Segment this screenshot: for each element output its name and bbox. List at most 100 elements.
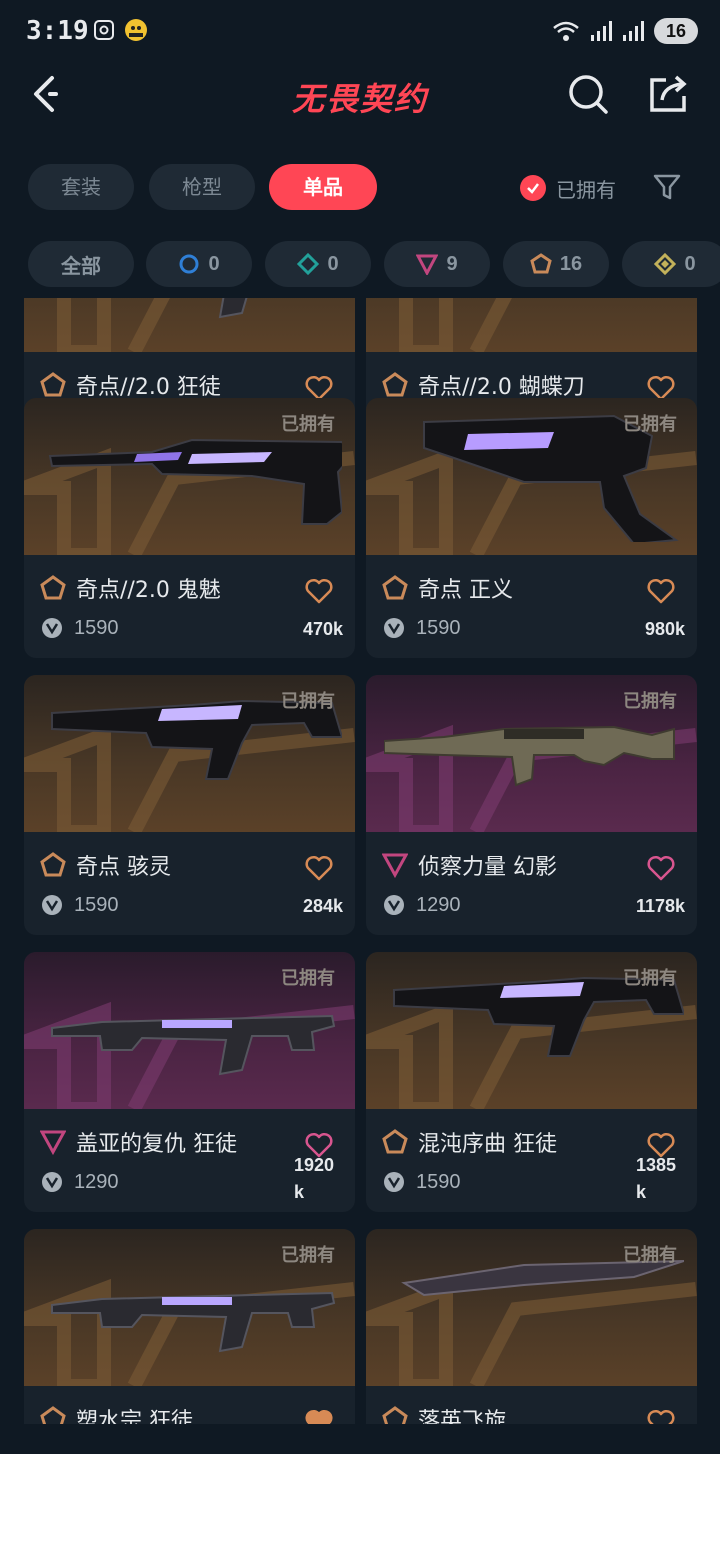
exclusive-tier-icon (382, 575, 408, 600)
skin-card[interactable]: 已拥有奇点 正义 1590 980k (366, 398, 697, 658)
valorant-points-icon (42, 895, 62, 915)
signal-icon (591, 21, 612, 41)
heart-icon[interactable] (305, 578, 333, 604)
price-row: 1290 (40, 1170, 119, 1194)
exclusive-tier-icon (382, 372, 408, 397)
skin-preview-image: 已拥有 (366, 1229, 697, 1386)
weapon-vandal-image (218, 298, 248, 319)
owned-label: 已拥有 (281, 414, 335, 435)
rarity-chip-count: 0 (208, 252, 220, 275)
search-icon[interactable] (566, 72, 610, 116)
skin-name: 落英飞旋 (418, 1409, 507, 1424)
skin-card[interactable]: 已拥有 奇点//2.0 鬼魅 1590 470k (24, 398, 355, 658)
screenshot-icon (94, 20, 114, 40)
price-value: 1590 (416, 616, 461, 639)
rarity-chip-count: 9 (446, 252, 458, 275)
skin-card[interactable]: 已拥有盖亚的复仇 狂徒 1290 1920 k (24, 952, 355, 1212)
like-count: 1920 k (294, 1155, 335, 1202)
filter-funnel-icon[interactable] (652, 172, 682, 202)
owned-label: 已拥有 (623, 414, 677, 435)
exclusive-tier-icon (40, 852, 66, 877)
premium-tier-icon (382, 853, 408, 878)
owned-label: 已拥有 (623, 1245, 677, 1266)
price-value: 1590 (416, 1170, 461, 1193)
skin-title-row: 侦察力量 幻影 (382, 849, 557, 881)
tab-bundles[interactable]: 套装 (28, 164, 134, 210)
skin-preview-image: 已拥有 (24, 398, 355, 555)
app-logo-title: 无畏契约 (291, 81, 428, 117)
rarity-chip-select[interactable]: 0 (146, 241, 252, 287)
skin-name: 侦察力量 幻影 (418, 855, 557, 880)
rarity-chip-all[interactable]: 全部 (28, 241, 134, 287)
valorant-points-icon (42, 618, 62, 638)
checkbox-checked-icon[interactable] (520, 175, 546, 201)
exclusive-tier-icon (382, 1129, 408, 1154)
status-bar: 3:19 16 (0, 0, 720, 64)
heart-icon[interactable] (647, 578, 675, 604)
wifi-icon (553, 21, 579, 41)
skin-preview-image: 已拥有 (366, 675, 697, 832)
owned-label: 已拥有 (281, 968, 335, 989)
skin-card[interactable]: 已拥有 混沌序曲 狂徒 1590 1385 k (366, 952, 697, 1212)
rarity-chip-count: 0 (327, 252, 339, 275)
like-count: 980k (644, 619, 685, 639)
tab-weapon-types[interactable]: 枪型 (149, 164, 255, 210)
notification-icons (92, 18, 148, 42)
exclusive-tier-icon (530, 253, 552, 274)
battery-indicator: 16 (654, 18, 698, 44)
rarity-chip-count: 16 (559, 252, 583, 275)
skin-title-row: 落英飞旋 (382, 1403, 506, 1424)
skin-preview-image: 已拥有 (366, 952, 697, 1109)
skin-name: 混沌序曲 狂徒 (418, 1132, 557, 1157)
like-count: 284k (302, 896, 343, 916)
valorant-points-icon (384, 895, 404, 915)
clock: 3:19 (26, 16, 89, 46)
header-bar: 无畏契约 (0, 64, 720, 126)
skin-preview-image: 已拥有 (24, 952, 355, 1109)
ultra-tier-icon (654, 253, 677, 275)
heart-icon[interactable] (647, 855, 675, 881)
skin-title-row: 奇点 正义 (382, 572, 513, 604)
skin-card[interactable]: 已拥有 奇点 骇灵 1590 284k (24, 675, 355, 935)
rarity-chip-premium[interactable]: 9 (384, 241, 490, 287)
select-tier-icon (179, 254, 199, 274)
skin-title-row: 混沌序曲 狂徒 (382, 1126, 557, 1158)
valorant-points-icon (384, 1172, 404, 1192)
owned-filter-label: 已拥有 (556, 177, 616, 202)
heart-icon[interactable] (647, 1409, 675, 1424)
deluxe-tier-icon (297, 253, 320, 275)
skin-card[interactable]: 已拥有落英飞旋 (366, 1229, 697, 1424)
like-count: 1178k (635, 896, 685, 916)
skin-name: 盖亚的复仇 狂徒 (76, 1132, 237, 1157)
heart-icon[interactable] (305, 1409, 333, 1424)
rarity-chip-exclusive[interactable]: 16 (503, 241, 609, 287)
valorant-points-icon (384, 618, 404, 638)
price-value: 1590 (74, 616, 119, 639)
skin-title-row: 奇点//2.0 鬼魅 (40, 572, 221, 604)
skin-name: 奇点 正义 (418, 578, 513, 603)
weapon-knife-image (384, 298, 684, 339)
heart-icon[interactable] (305, 855, 333, 881)
rarity-chip-ultra[interactable]: 0 (622, 241, 720, 287)
signal-icon-2 (623, 21, 644, 41)
price-row: 1290 (382, 893, 461, 917)
skin-grid: 奇点//2.0 狂徒1590496k奇点//2.0 蝴蝶刀3180958k已拥有… (0, 298, 720, 1424)
owned-label: 已拥有 (281, 691, 335, 712)
rarity-chip-deluxe[interactable]: 0 (265, 241, 371, 287)
skin-name: 塑水宗 狂徒 (76, 1409, 193, 1424)
price-value: 1290 (416, 893, 461, 916)
skin-preview-image: 已拥有 (24, 1229, 355, 1386)
skin-card[interactable]: 已拥有侦察力量 幻影 1290 1178k (366, 675, 697, 935)
owned-filter-toggle[interactable]: 已拥有 (520, 172, 616, 204)
price-row: 1590 (40, 893, 119, 917)
skin-card[interactable]: 已拥有塑水宗 狂徒 (24, 1229, 355, 1424)
rarity-filter-row: 全部 0 0 9 16 0 (0, 241, 720, 289)
exclusive-tier-icon (40, 1406, 66, 1424)
share-icon[interactable] (646, 72, 690, 116)
skin-title-row: 盖亚的复仇 狂徒 (40, 1126, 237, 1158)
skin-name: 奇点//2.0 狂徒 (76, 375, 221, 400)
premium-tier-icon (416, 254, 439, 275)
exclusive-tier-icon (40, 575, 66, 600)
exclusive-tier-icon (40, 372, 66, 397)
tab-single-items[interactable]: 单品 (269, 164, 377, 210)
